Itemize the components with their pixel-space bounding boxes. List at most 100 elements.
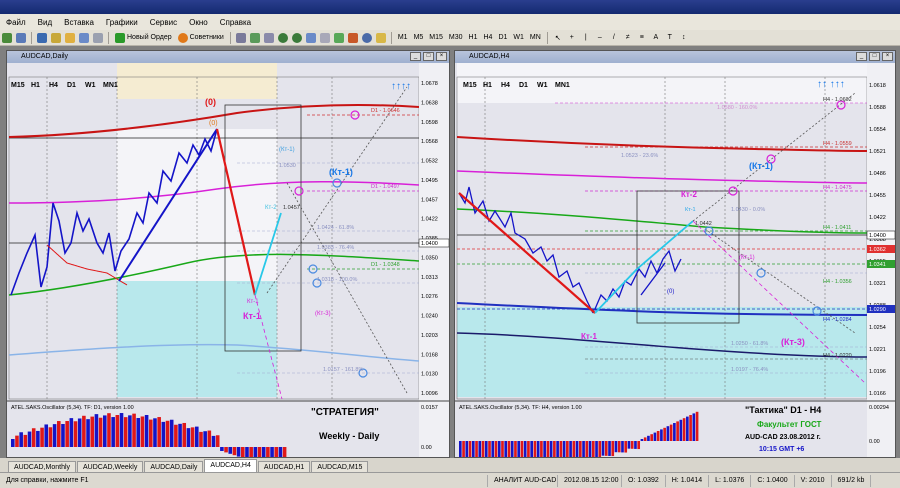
timeframe-d1[interactable]: D1	[495, 34, 510, 41]
terminal-app: Файл Вид Вставка Графики Сервис Окно Спр…	[0, 0, 900, 488]
maximize-button[interactable]: □	[869, 52, 880, 61]
label-button[interactable]: T	[664, 32, 676, 44]
close-button[interactable]: ×	[436, 52, 447, 61]
tab-h4[interactable]: AUDCAD,H4	[204, 459, 257, 472]
status-datetime: 2012.08.15 12:00	[558, 474, 622, 487]
tf-btn-h1[interactable]: H1	[31, 82, 40, 89]
zoom-in-button[interactable]	[277, 32, 289, 44]
histogram-bar	[562, 441, 566, 457]
indicators-button[interactable]	[347, 32, 359, 44]
bar-chart-button[interactable]	[235, 32, 247, 44]
timeframe-h1[interactable]: H1	[466, 34, 481, 41]
strategy-caption: "СТРАТЕГИЯ"	[311, 407, 379, 418]
chart-shift-button[interactable]	[319, 32, 331, 44]
menu-window[interactable]: Окно	[183, 18, 214, 27]
chart-window-daily[interactable]: AUDCAD,Daily _ □ × ↑↑↑↑ M15 H1 H4 D1 W1 …	[6, 50, 450, 458]
new-chart-button[interactable]	[1, 32, 13, 44]
chart-window-h4[interactable]: AUDCAD,H4 _ □ × ↑↑ ↑↑↑ M15 H1 H4 D1 W1 M…	[454, 50, 896, 458]
menu-help[interactable]: Справка	[214, 18, 257, 27]
timeframe-h4[interactable]: H4	[481, 34, 496, 41]
histogram-bar	[510, 441, 514, 457]
histogram-bar	[459, 441, 462, 457]
annotation-kt1-big: (Кт-1)	[329, 167, 353, 177]
candle-chart-button[interactable]	[249, 32, 261, 44]
timeframe-w1[interactable]: W1	[510, 34, 527, 41]
timeframe-mn[interactable]: MN	[527, 34, 544, 41]
level-label: 1.0523 - 23.6%	[621, 153, 658, 159]
vertical-line-button[interactable]: |	[580, 32, 592, 44]
histogram-bar	[634, 441, 637, 449]
histogram-bar	[94, 414, 99, 447]
line-chart-button[interactable]	[263, 32, 275, 44]
tile-windows-button[interactable]	[305, 32, 317, 44]
navigator-button[interactable]	[64, 32, 76, 44]
tester-button[interactable]	[92, 32, 104, 44]
autotrading-button[interactable]: Советники	[176, 32, 226, 44]
histogram-bar	[468, 441, 472, 457]
tf-btn-w1[interactable]: W1	[85, 82, 96, 89]
tf-btn-mn1[interactable]: MN1	[555, 82, 570, 89]
terminal-button[interactable]	[78, 32, 90, 44]
level-label: 1.0580 - 160.0%	[717, 105, 757, 111]
menu-charts[interactable]: Графики	[100, 18, 144, 27]
maximize-button[interactable]: □	[423, 52, 434, 61]
horizontal-line-button[interactable]: –	[594, 32, 606, 44]
tf-btn-m15[interactable]: M15	[463, 82, 477, 89]
tf-btn-m15[interactable]: M15	[11, 82, 25, 89]
menu-insert[interactable]: Вставка	[58, 18, 100, 27]
data-window-button[interactable]	[50, 32, 62, 44]
channel-button[interactable]: ≠	[622, 32, 634, 44]
tester-icon	[93, 32, 103, 43]
histogram-bar	[643, 437, 647, 441]
oscillator-title: ATEL.SAKS.Oscillator (5,34). TF: D1, ver…	[11, 405, 134, 411]
histogram-bar	[190, 427, 195, 447]
arrows-button[interactable]: ↕	[678, 32, 690, 44]
tab-m15[interactable]: AUDCAD,M15	[311, 461, 369, 472]
tf-btn-d1[interactable]: D1	[67, 82, 76, 89]
profiles-button[interactable]	[15, 32, 27, 44]
minimize-button[interactable]: _	[856, 52, 867, 61]
minimize-button[interactable]: _	[410, 52, 421, 61]
tf-btn-h4[interactable]: H4	[49, 82, 58, 89]
tf-btn-d1[interactable]: D1	[519, 82, 528, 89]
fibo-button[interactable]: ≡	[636, 32, 648, 44]
menu-file[interactable]: Файл	[0, 18, 32, 27]
price-tick-label: 1.0598	[421, 120, 438, 126]
tab-monthly[interactable]: AUDCAD,Monthly	[8, 461, 77, 472]
autoscroll-button[interactable]	[333, 32, 345, 44]
menu-view[interactable]: Вид	[32, 18, 58, 27]
histogram-bar	[270, 447, 274, 457]
tf-btn-w1[interactable]: W1	[537, 82, 548, 89]
tab-h1[interactable]: AUDCAD,H1	[257, 461, 311, 472]
tf-btn-mn1[interactable]: MN1	[103, 82, 118, 89]
histogram-bar	[527, 441, 530, 457]
timeframe-m30[interactable]: M30	[446, 34, 466, 41]
text-button[interactable]: A	[650, 32, 662, 44]
market-watch-button[interactable]	[36, 32, 48, 44]
timeframe-m15[interactable]: M15	[426, 34, 446, 41]
trendline-button[interactable]: /	[608, 32, 620, 44]
histogram-bar	[582, 441, 585, 457]
timeframe-m1[interactable]: M1	[395, 34, 411, 41]
daily-chart-canvas[interactable]: ↑↑↑↑ M15 H1 H4 D1 W1 MN1 (0) (0) (Кт-1) …	[7, 63, 449, 457]
close-button[interactable]: ×	[882, 52, 893, 61]
level-label: H4 - 1.0411	[823, 225, 851, 231]
histogram-bar	[111, 417, 115, 447]
advisor-icon	[177, 32, 188, 43]
new-order-button[interactable]: Новый Ордер	[113, 32, 174, 44]
histogram-bar	[484, 441, 488, 457]
cursor-button[interactable]: ↖	[552, 32, 564, 44]
tab-daily[interactable]: AUDCAD,Daily	[144, 461, 204, 472]
crosshair-button[interactable]: +	[566, 32, 578, 44]
histogram-bar	[241, 447, 245, 457]
periods-button[interactable]	[361, 32, 373, 44]
zoom-out-button[interactable]	[291, 32, 303, 44]
timeframe-m5[interactable]: M5	[411, 34, 427, 41]
tab-weekly[interactable]: AUDCAD,Weekly	[77, 461, 144, 472]
price-tick-label: 1.0495	[421, 178, 438, 184]
templates-button[interactable]	[375, 32, 387, 44]
h4-chart-canvas[interactable]: ↑↑ ↑↑↑ M15 H1 H4 D1 W1 MN1 (Кт-1) Кт-2 К…	[455, 63, 895, 457]
menu-tools[interactable]: Сервис	[144, 18, 183, 27]
tf-btn-h1[interactable]: H1	[483, 82, 492, 89]
tf-btn-h4[interactable]: H4	[501, 82, 510, 89]
